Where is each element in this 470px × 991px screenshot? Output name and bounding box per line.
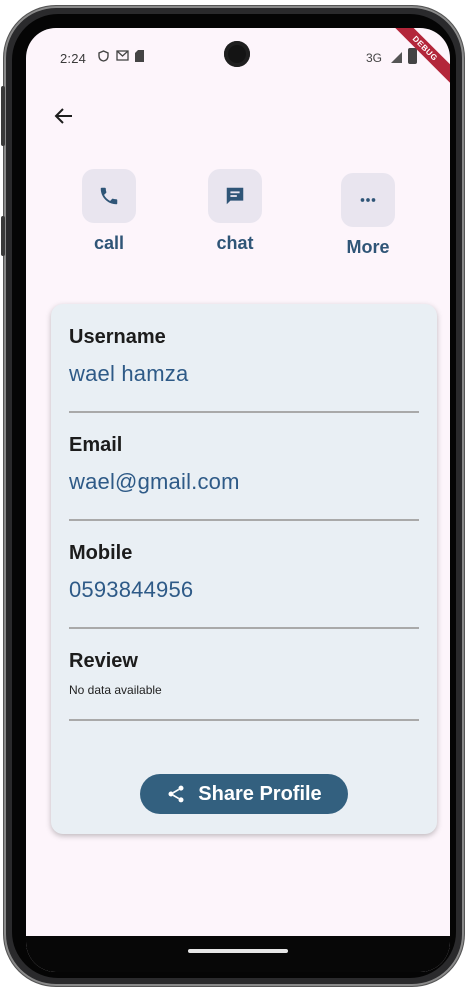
sim-icon (135, 50, 144, 65)
status-bar: 2:24 3G DEBUG (26, 28, 450, 92)
chat-bubble-icon (226, 187, 244, 205)
email-label: Email (69, 434, 123, 456)
chat-label: chat (216, 233, 254, 253)
share-profile-button[interactable]: Share Profile (140, 774, 348, 814)
divider (69, 627, 419, 629)
chat-action[interactable]: chat (190, 169, 280, 254)
review-field: Review No data available (69, 650, 419, 697)
username-field: Username wael hamza (69, 326, 419, 387)
system-nav-bar (26, 936, 450, 972)
app-screen: 2:24 3G DEBUG call chat More Username wa… (26, 28, 450, 972)
call-button[interactable] (82, 169, 136, 223)
signal-icon (391, 52, 402, 63)
divider (69, 719, 419, 721)
volume-button (1, 86, 5, 146)
call-action[interactable]: call (64, 169, 154, 254)
home-indicator[interactable] (188, 949, 288, 953)
review-label: Review (69, 650, 138, 672)
more-button[interactable] (341, 173, 395, 227)
email-value: wael@gmail.com (69, 469, 240, 494)
divider (69, 411, 419, 413)
phone-frame: 2:24 3G DEBUG call chat More Username wa… (1, 6, 464, 986)
divider (69, 519, 419, 521)
username-label: Username (69, 326, 166, 348)
power-button (1, 216, 5, 256)
chat-button[interactable] (208, 169, 262, 223)
back-button[interactable] (50, 102, 78, 130)
username-value: wael hamza (69, 361, 189, 386)
more-horiz-icon (360, 198, 376, 202)
arrow-back-icon (54, 108, 72, 124)
call-label: call (93, 233, 125, 253)
more-label: More (346, 237, 390, 257)
status-time: 2:24 (60, 51, 87, 66)
network-type: 3G (366, 51, 383, 65)
gmail-icon (116, 50, 129, 64)
front-camera (224, 41, 250, 67)
share-icon (168, 785, 184, 803)
email-field: Email wael@gmail.com (69, 434, 419, 495)
battery-icon (408, 48, 417, 64)
more-action[interactable]: More (323, 173, 413, 258)
profile-card: Username wael hamza Email wael@gmail.com… (51, 304, 437, 834)
mobile-field: Mobile 0593844956 (69, 542, 419, 603)
review-value: No data available (69, 683, 162, 697)
phone-icon (100, 187, 118, 205)
shield-icon (98, 50, 109, 65)
mobile-value: 0593844956 (69, 577, 194, 602)
share-profile-label: Share Profile (198, 782, 322, 805)
mobile-label: Mobile (69, 542, 133, 564)
